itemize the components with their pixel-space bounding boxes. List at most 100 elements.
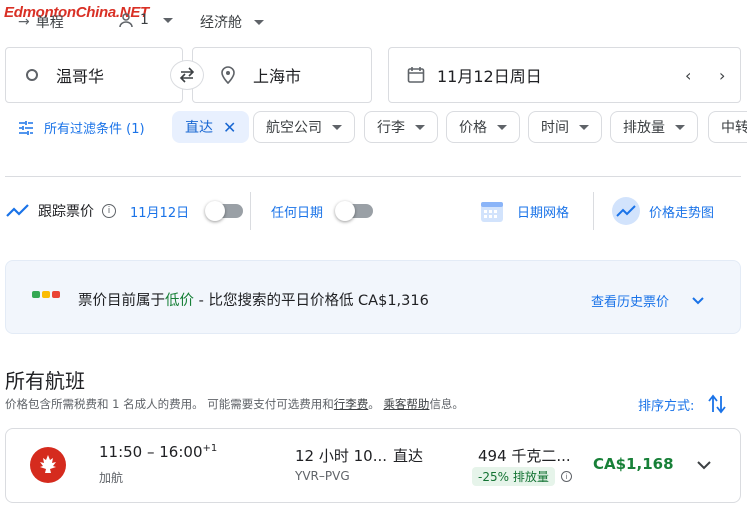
chip-label: 时间	[541, 120, 569, 136]
origin-field[interactable]: 温哥华	[5, 47, 183, 103]
chip-label: 行李	[377, 120, 405, 136]
results-note: 价格包含所需税费和 1 名成人的费用。 可能需要支付可选费用和行李费。 乘客帮助…	[5, 396, 464, 412]
origin-value: 温哥华	[56, 67, 105, 86]
caret-down-icon	[162, 17, 173, 23]
trip-type-select[interactable]: → 单程	[18, 12, 64, 32]
cabin-label: 经济舱	[200, 15, 242, 31]
chip-label: 航空公司	[266, 120, 322, 136]
results-title: 所有航班	[5, 369, 85, 393]
chip-price[interactable]: 价格	[446, 111, 520, 143]
caret-down-icon	[254, 19, 264, 25]
flight-duration: 12 小时 10...	[295, 447, 388, 465]
price-insight-text: 票价目前属于低价 - 比您搜索的平日价格低 CA$1,316	[78, 289, 429, 310]
flight-result-card[interactable]: 11:50 – 16:00+1 加航 12 小时 10... 直达 YVR–PV…	[5, 428, 741, 503]
price-history-label: 查看历史票价	[591, 295, 670, 310]
flight-time: 11:50 – 16:00	[99, 443, 203, 461]
any-date-label: 任何日期	[271, 205, 324, 221]
arrow-right-icon: →	[18, 14, 30, 30]
location-pin-icon	[221, 66, 235, 84]
flight-stops: 直达	[393, 447, 424, 465]
flight-route: YVR–PVG	[295, 469, 350, 483]
trip-type-label: 单程	[35, 15, 64, 31]
info-icon[interactable]: i	[102, 204, 116, 218]
caret-down-icon	[415, 124, 425, 130]
swap-button[interactable]	[170, 60, 204, 90]
tune-icon	[19, 120, 33, 135]
passenger-help-link[interactable]: 乘客帮助	[383, 397, 429, 411]
air-canada-logo-icon	[30, 447, 66, 483]
caret-down-icon	[579, 124, 589, 130]
flight-duration-row: 12 小时 10... 直达	[295, 445, 423, 466]
chip-connecting-airports[interactable]: 中转	[708, 111, 747, 143]
chip-label: 价格	[459, 120, 487, 136]
insight-suffix: - 比您搜索的平日价格低 CA$1,316	[194, 293, 429, 309]
caret-down-icon	[332, 124, 342, 130]
vertical-divider	[250, 192, 251, 230]
prev-date-button[interactable]: ‹	[685, 66, 691, 85]
destination-value: 上海市	[253, 67, 302, 86]
cabin-select[interactable]: 经济舱	[200, 12, 264, 32]
airline-name: 加航	[99, 471, 124, 485]
flight-emissions: 494 千克二...	[478, 447, 571, 465]
flight-times: 11:50 – 16:00+1	[99, 443, 217, 461]
calendar-icon	[407, 67, 425, 83]
flight-price: CA$1,168	[593, 455, 674, 473]
chip-emissions[interactable]: 排放量	[610, 111, 698, 143]
person-icon	[119, 13, 133, 28]
date-value: 11月12日周日	[437, 67, 542, 86]
trip-options-bar: → 单程 1 经济舱	[0, 6, 747, 34]
price-graph-label: 价格走势图	[649, 205, 715, 221]
price-insight-banner: 票价目前属于低价 - 比您搜索的平日价格低 CA$1,316 查看历史票价	[5, 260, 741, 334]
note-mid: 。	[368, 397, 380, 411]
caret-down-icon	[497, 124, 507, 130]
caret-down-icon	[675, 124, 685, 130]
passengers-count: 1	[140, 12, 149, 28]
track-date-toggle[interactable]	[205, 201, 244, 221]
info-icon[interactable]: i	[560, 471, 572, 482]
track-prices: 跟踪票价 i 11月12日	[6, 192, 244, 230]
insight-prefix: 票价目前属于	[78, 293, 165, 309]
date-field[interactable]: 11月12日周日 ‹ ›	[388, 47, 741, 103]
expand-chevron-icon[interactable]	[696, 459, 712, 471]
price-graph-button[interactable]: 价格走势图	[611, 192, 714, 230]
emissions-badge: -25% 排放量	[472, 467, 555, 486]
all-filters-button[interactable]: 所有过滤条件 (1)	[18, 118, 145, 137]
origin-circle-icon	[26, 69, 38, 81]
close-icon[interactable]: ✕	[223, 118, 236, 137]
chevron-down-icon	[692, 296, 704, 304]
all-filters-label: 所有过滤条件 (1)	[44, 122, 145, 137]
vertical-divider	[593, 192, 594, 230]
chip-nonstop[interactable]: 直达 ✕	[172, 111, 250, 143]
day-offset: +1	[202, 443, 218, 454]
chip-label: 排放量	[623, 120, 665, 136]
track-any-date: 任何日期	[271, 192, 374, 230]
price-level-icon	[32, 291, 60, 298]
chip-times[interactable]: 时间	[528, 111, 602, 143]
swap-icon	[179, 67, 195, 83]
price-history-link[interactable]: 查看历史票价	[591, 291, 705, 310]
date-grid-button[interactable]: 日期网格	[479, 192, 569, 230]
trending-icon	[6, 204, 29, 217]
emissions-badge-row: -25% 排放量 i	[472, 467, 572, 486]
chip-label: 中转	[721, 120, 747, 136]
sort-button[interactable]: 排序方式:	[638, 394, 727, 414]
date-grid-icon	[481, 202, 503, 222]
note-prefix: 价格包含所需税费和 1 名成人的费用。 可能需要支付可选费用和	[5, 397, 334, 411]
sort-label: 排序方式:	[638, 398, 695, 414]
track-prices-label: 跟踪票价	[38, 204, 94, 220]
chip-label: 直达	[185, 120, 213, 136]
section-divider	[5, 176, 741, 177]
price-graph-icon	[612, 197, 640, 225]
track-date-label: 11月12日	[130, 205, 190, 221]
note-suffix: 信息。	[429, 397, 464, 411]
insight-low: 低价	[165, 293, 194, 309]
chip-airlines[interactable]: 航空公司	[253, 111, 355, 143]
chip-bags[interactable]: 行李	[364, 111, 438, 143]
destination-field[interactable]: 上海市	[192, 47, 372, 103]
bag-fees-link[interactable]: 行李费	[334, 397, 369, 411]
date-grid-label: 日期网格	[517, 205, 570, 221]
next-date-button[interactable]: ›	[719, 66, 725, 85]
passengers-select[interactable]: 1	[118, 12, 173, 28]
any-date-toggle[interactable]	[335, 201, 374, 221]
sort-icon	[708, 394, 727, 414]
